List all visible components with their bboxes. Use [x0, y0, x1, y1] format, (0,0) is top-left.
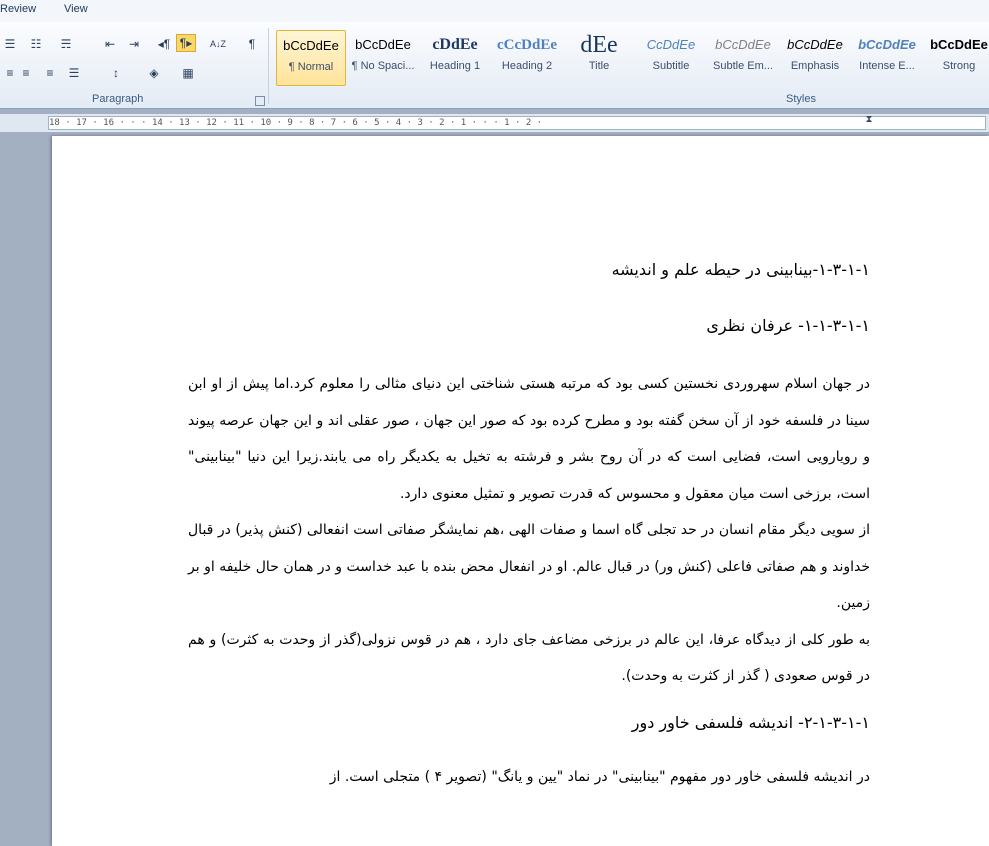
paragraph: به طور کلی از دیدگاه عرفا، این عالم در ب…	[188, 631, 870, 685]
styles-group-label: Styles	[786, 93, 816, 105]
style-preview: CcDdEe	[646, 37, 696, 52]
style-preview: bCcDdEe	[930, 37, 988, 52]
style-preview: cCcDdEe	[497, 37, 557, 53]
line-spacing-icon[interactable]: ↕	[106, 64, 126, 82]
justify-icon[interactable]: ☰	[64, 64, 84, 82]
tab-review[interactable]: Review	[0, 3, 36, 15]
style-name: Subtitle	[652, 60, 690, 72]
style-name: Title	[588, 60, 610, 72]
style-preview: bCcDdEe	[715, 37, 771, 52]
multilevel-list-icon[interactable]: ☴	[56, 35, 76, 53]
style-normal[interactable]: bCcDdEe ¶ Normal	[276, 30, 346, 86]
paragraph: در اندیشه فلسفی خاور دور مفهوم "بینابینی…	[329, 768, 870, 785]
style-preview: bCcDdEe	[858, 37, 916, 52]
shading-icon[interactable]: ◈	[144, 64, 164, 82]
rtl-text-direction-icon[interactable]: ◂¶	[154, 35, 174, 53]
borders-icon[interactable]: ▦	[178, 64, 198, 82]
style-intense-emphasis[interactable]: bCcDdEe Intense E...	[852, 30, 922, 86]
ribbon-tab-bar: Review View	[0, 0, 989, 22]
group-divider	[268, 28, 269, 104]
style-name: ¶ Normal	[288, 61, 334, 73]
document-body[interactable]: ۱-۳-۱-۱-بینابینی در حیطه علم و اندیشه ۱-…	[188, 256, 870, 795]
style-name: Strong	[942, 60, 976, 72]
align-right-icon[interactable]: ≡	[40, 64, 60, 82]
paragraph-dialog-launcher-icon[interactable]	[255, 96, 265, 106]
numbering-icon[interactable]: ☷	[26, 35, 46, 53]
style-heading-2[interactable]: cCcDdEe Heading 2	[492, 30, 562, 86]
ribbon: ☰ ☷ ☴ ⇤ ⇥ ◂¶ ¶▸ A↓Z ¶ ≡ ≡ ≡ ☰ ↕ ◈ ▦ Para…	[0, 22, 989, 109]
style-preview: dEe	[580, 32, 618, 58]
increase-indent-icon[interactable]: ⇥	[124, 35, 144, 53]
subsection-heading: ۲-۱-۳-۱-۱- اندیشه فلسفی خاور دور	[631, 712, 870, 732]
indent-marker-icon[interactable]: ⧗	[864, 114, 874, 132]
style-preview: cDdEe	[432, 36, 478, 53]
paragraph-group-label: Paragraph	[92, 93, 144, 105]
style-name: Emphasis	[790, 60, 840, 72]
style-emphasis[interactable]: bCcDdEe Emphasis	[780, 30, 850, 86]
style-name: Heading 2	[501, 60, 553, 72]
style-preview: bCcDdEe	[787, 37, 843, 52]
style-name: Subtle Em...	[713, 60, 773, 72]
style-subtle-emphasis[interactable]: bCcDdEe Subtle Em...	[708, 30, 778, 86]
align-center-icon[interactable]: ≡	[16, 64, 36, 82]
document-page[interactable]: ۱-۳-۱-۱-بینابینی در حیطه علم و اندیشه ۱-…	[52, 136, 989, 846]
style-no-spacing[interactable]: bCcDdEe ¶ No Spaci...	[348, 30, 418, 86]
bullets-icon[interactable]: ☰	[0, 35, 20, 53]
decrease-indent-icon[interactable]: ⇤	[100, 35, 120, 53]
style-preview: bCcDdEe	[355, 37, 411, 52]
ltr-text-direction-icon[interactable]: ¶▸	[176, 34, 196, 52]
tab-view[interactable]: View	[64, 3, 88, 15]
style-strong[interactable]: bCcDdEe Strong	[924, 30, 989, 86]
style-name: ¶ No Spaci...	[351, 60, 415, 72]
style-name: Intense E...	[859, 60, 915, 72]
section-heading: ۱-۳-۱-۱-بینابینی در حیطه علم و اندیشه	[611, 260, 870, 279]
paragraph: از سویی دیگر مقام انسان در حد تجلی گاه ا…	[188, 522, 870, 611]
style-heading-1[interactable]: cDdEe Heading 1	[420, 30, 490, 86]
sort-icon[interactable]: A↓Z	[208, 35, 228, 53]
style-preview: bCcDdEe	[283, 38, 339, 53]
style-subtitle[interactable]: CcDdEe Subtitle	[636, 30, 706, 86]
show-formatting-marks-icon[interactable]: ¶	[242, 35, 262, 53]
paragraph: در جهان اسلام سهروردی نخستین کسی بود که …	[188, 376, 870, 502]
style-name: Heading 1	[429, 60, 481, 72]
ruler-marks: 18 · 17 · 16 · · · 14 · 13 · 12 · 11 · 1…	[48, 116, 986, 130]
subsection-heading: ۱-۱-۳-۱-۱- عرفان نظری	[706, 316, 870, 335]
styles-gallery: bCcDdEe ¶ Normal bCcDdEe ¶ No Spaci... c…	[272, 28, 989, 88]
style-title[interactable]: dEe Title	[564, 30, 634, 86]
horizontal-ruler[interactable]: 18 · 17 · 16 · · · 14 · 13 · 12 · 11 · 1…	[0, 114, 989, 132]
